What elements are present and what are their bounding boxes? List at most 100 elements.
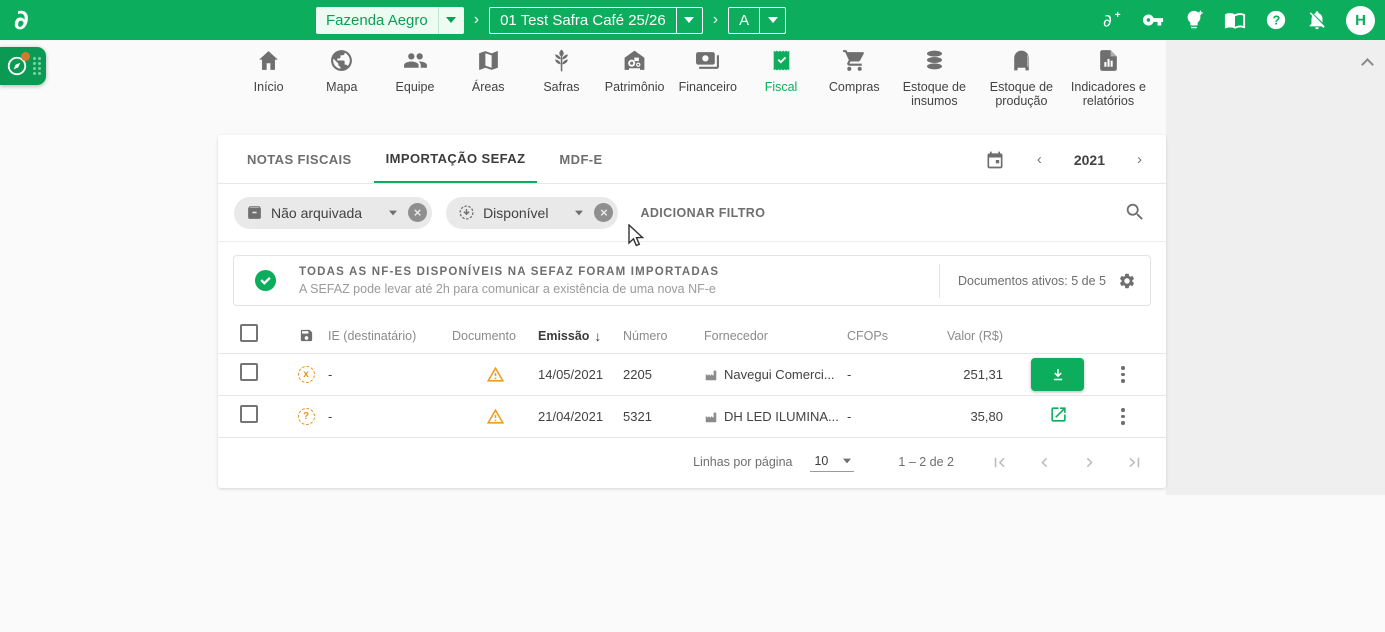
year-prev-button[interactable]: ‹	[1031, 151, 1048, 168]
plot-selector-caret[interactable]	[759, 8, 785, 33]
year-label: 2021	[1074, 152, 1105, 168]
help-icon[interactable]: ?	[1264, 8, 1288, 32]
nav-item-mapa[interactable]: Mapa	[305, 48, 378, 95]
topbar-icons: ∂+ ? H	[1100, 0, 1375, 40]
nav-item-indicadores[interactable]: Indicadores e relatórios	[1065, 48, 1152, 109]
cell-fornecedor: DH LED ILUMINA...	[704, 409, 847, 424]
nav-item-equipe[interactable]: Equipe	[378, 48, 451, 95]
nav-item-patrimonio[interactable]: Patrimônio	[598, 48, 671, 95]
nav-item-inicio[interactable]: Início	[232, 48, 305, 95]
invite-user-icon[interactable]: ∂+	[1100, 8, 1124, 32]
filter-chip-archive[interactable]: Não arquivada ×	[234, 197, 432, 229]
chip-caret-icon	[389, 210, 397, 215]
wheat-icon	[549, 48, 574, 73]
rows-per-page-label: Linhas por página	[693, 455, 792, 469]
prev-page-button[interactable]	[1035, 453, 1054, 472]
sort-desc-icon: ↓	[594, 328, 601, 344]
cell-cfops: -	[847, 409, 943, 424]
knowledge-book-icon[interactable]	[1223, 8, 1247, 32]
rows-per-page-select[interactable]: 10	[810, 452, 854, 472]
tips-lightbulb-icon[interactable]	[1182, 8, 1206, 32]
nav-item-financeiro[interactable]: Financeiro	[671, 48, 744, 95]
silo-icon	[1009, 48, 1034, 73]
aegro-logo-icon[interactable]: ∂	[14, 7, 29, 34]
nav-item-safras[interactable]: Safras	[525, 48, 598, 95]
compass-icon	[6, 55, 28, 77]
first-page-button[interactable]	[990, 453, 1009, 472]
season-selector-caret[interactable]	[676, 8, 702, 33]
cell-valor: 251,31	[943, 367, 1003, 382]
nav-item-areas[interactable]: Áreas	[452, 48, 525, 95]
plot-selector-label: A	[729, 12, 759, 29]
add-filter-button[interactable]: ADICIONAR FILTRO	[640, 206, 765, 220]
factory-icon	[704, 368, 718, 382]
manifest-denied-icon: x	[298, 366, 315, 383]
remove-filter-availability-button[interactable]: ×	[594, 203, 613, 222]
gear-icon[interactable]	[1118, 272, 1136, 290]
row-menu-button[interactable]	[1113, 404, 1133, 430]
cell-ie: -	[328, 409, 452, 424]
tab-importacao-sefaz[interactable]: IMPORTAÇÃO SEFAZ	[374, 135, 538, 183]
barn-tractor-icon	[622, 48, 647, 73]
table-row: ? - 21/04/2021 5321 DH LED ILUMINA... - …	[218, 396, 1166, 438]
column-ie: IE (destinatário)	[328, 329, 452, 343]
filter-chip-availability[interactable]: Disponível ×	[446, 197, 618, 229]
home-icon	[256, 48, 281, 73]
nav-item-compras[interactable]: Compras	[818, 48, 891, 95]
column-numero: Número	[623, 329, 704, 343]
column-fornecedor: Fornecedor	[704, 329, 847, 343]
search-button[interactable]	[1124, 201, 1148, 225]
row-menu-button[interactable]	[1113, 362, 1133, 388]
column-emissao-sort[interactable]: Emissão ↓	[538, 328, 623, 344]
next-page-button[interactable]	[1080, 453, 1099, 472]
user-avatar[interactable]: H	[1346, 6, 1375, 35]
cell-emissao: 21/04/2021	[538, 409, 623, 424]
row-checkbox[interactable]	[240, 405, 258, 423]
open-document-button[interactable]	[1048, 405, 1068, 425]
last-page-button[interactable]	[1125, 453, 1144, 472]
warning-icon	[486, 407, 505, 426]
year-navigator: ‹ 2021 ›	[985, 135, 1148, 184]
farm-selector-label: Fazenda Aegro	[316, 12, 438, 29]
floating-extension-widget[interactable]	[0, 47, 46, 85]
season-selector-label: 01 Test Safra Café 25/26	[490, 12, 676, 29]
cell-numero: 5321	[623, 409, 704, 424]
tab-notas-fiscais[interactable]: NOTAS FISCAIS	[235, 135, 364, 183]
plot-selector[interactable]: A	[728, 7, 786, 34]
svg-text:∂: ∂	[1103, 11, 1112, 31]
factory-icon	[704, 410, 718, 424]
farm-selector-caret[interactable]	[438, 7, 464, 34]
drag-handle-icon[interactable]	[33, 57, 41, 75]
key-icon[interactable]	[1141, 8, 1165, 32]
nav-item-estoque-insumos[interactable]: Estoque de insumos	[891, 48, 978, 109]
tab-mdf-e[interactable]: MDF-E	[547, 135, 614, 183]
chip-caret-icon	[575, 210, 583, 215]
cart-icon	[842, 48, 867, 73]
check-circle-icon	[254, 269, 277, 292]
table-row: x - 14/05/2021 2205 Navegui Comerci... -…	[218, 354, 1166, 396]
download-icon	[1049, 366, 1067, 384]
remove-filter-archive-button[interactable]: ×	[408, 203, 427, 222]
nav-item-estoque-producao[interactable]: Estoque de produção	[978, 48, 1065, 109]
year-next-button[interactable]: ›	[1131, 151, 1148, 168]
filter-bar: Não arquivada × Disponível × ADICIONAR F…	[218, 184, 1166, 242]
nav-item-fiscal[interactable]: Fiscal	[744, 48, 817, 95]
column-documento: Documento	[452, 329, 538, 343]
cell-valor: 35,80	[943, 409, 1003, 424]
calendar-icon[interactable]	[985, 150, 1005, 170]
select-all-checkbox[interactable]	[240, 324, 258, 342]
svg-text:+: +	[1115, 10, 1121, 21]
breadcrumb-chevron-icon: ›	[713, 11, 718, 29]
farm-selector[interactable]: Fazenda Aegro	[316, 7, 464, 34]
active-documents-label: Documentos ativos: 5 de 5	[958, 274, 1106, 288]
cell-numero: 2205	[623, 367, 704, 382]
notifications-off-icon[interactable]	[1305, 8, 1329, 32]
cell-ie: -	[328, 367, 452, 382]
tabs-bar: NOTAS FISCAIS IMPORTAÇÃO SEFAZ MDF-E ‹ 2…	[218, 135, 1166, 184]
season-selector[interactable]: 01 Test Safra Café 25/26	[489, 7, 703, 34]
row-checkbox[interactable]	[240, 363, 258, 381]
notification-badge	[21, 52, 30, 61]
fiscal-card: NOTAS FISCAIS IMPORTAÇÃO SEFAZ MDF-E ‹ 2…	[218, 135, 1166, 488]
import-download-button[interactable]	[1031, 358, 1084, 391]
context-selectors: Fazenda Aegro › 01 Test Safra Café 25/26…	[316, 0, 786, 40]
